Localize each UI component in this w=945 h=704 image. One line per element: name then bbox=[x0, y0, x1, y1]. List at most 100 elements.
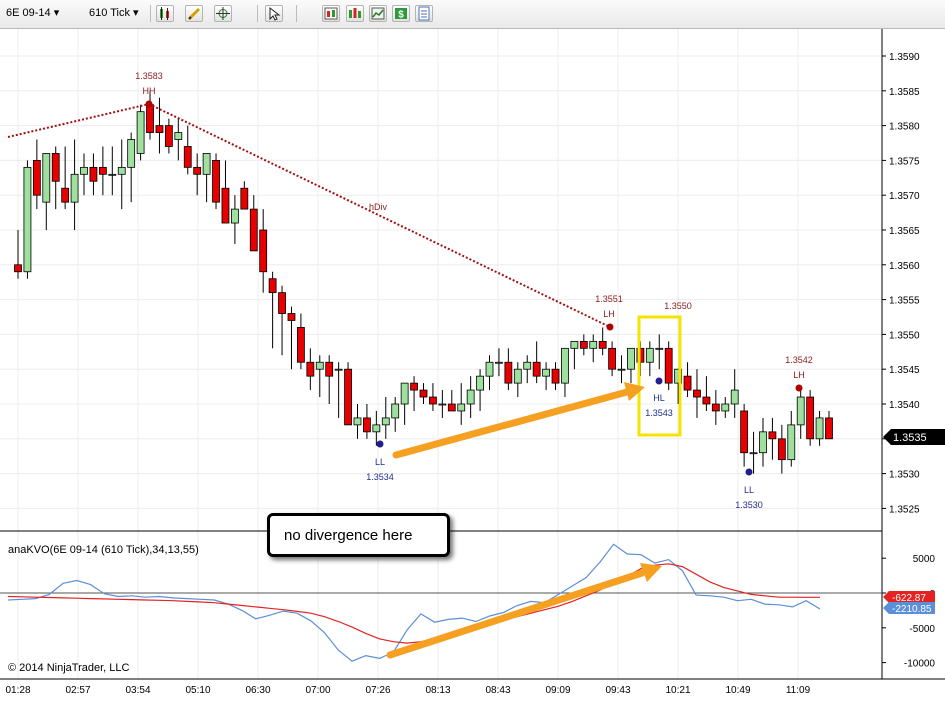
price-tick-label: 1.3540 bbox=[889, 400, 920, 411]
ll-value: 1.3534 bbox=[366, 472, 394, 482]
time-axis: 01:28 02:57 03:54 05:10 06:30 07:00 07:26 08:13… bbox=[5, 685, 810, 696]
candle-body-up bbox=[730, 389, 739, 405]
candle-body-up bbox=[645, 347, 654, 363]
candle-body-down bbox=[212, 159, 220, 203]
candle bbox=[806, 390, 815, 446]
candle bbox=[523, 355, 532, 384]
candle-body-up bbox=[391, 403, 400, 419]
time-tick-label: 10:49 bbox=[725, 685, 750, 696]
chart-canvas[interactable]: 1.3590 1.3585 1.3580 1.3575 1.3570 1.3565 1.35… bbox=[0, 0, 945, 704]
candle bbox=[221, 160, 230, 224]
candle-body-up bbox=[230, 208, 239, 224]
candle bbox=[108, 146, 117, 196]
lh-tag: LH bbox=[603, 309, 615, 319]
candle bbox=[136, 104, 145, 161]
candle-body-down bbox=[598, 340, 607, 349]
candle bbox=[146, 90, 154, 140]
candle-body-up bbox=[334, 368, 343, 371]
candle-body-up bbox=[466, 389, 475, 405]
candle-body-down bbox=[683, 375, 692, 391]
candle-body-up bbox=[381, 417, 390, 426]
price-tick-label: 1.3555 bbox=[889, 296, 920, 307]
time-tick-label: 07:26 bbox=[365, 685, 390, 696]
candle bbox=[117, 139, 126, 210]
candle-body-down bbox=[806, 396, 815, 440]
candle-body-down bbox=[777, 438, 786, 461]
time-tick-label: 08:13 bbox=[425, 685, 450, 696]
candle-body-up bbox=[353, 417, 362, 426]
candle-body-up bbox=[108, 173, 117, 176]
divergence-label: hDiv bbox=[369, 202, 388, 212]
lh2-value: 1.3550 bbox=[664, 301, 692, 311]
candle-body-down bbox=[98, 166, 107, 175]
candle bbox=[825, 410, 833, 440]
candle-body-up bbox=[721, 403, 730, 412]
hl-marker bbox=[655, 377, 663, 385]
candle bbox=[249, 195, 258, 252]
candle bbox=[315, 355, 324, 398]
candle-body-up bbox=[627, 347, 635, 370]
candle-body-down bbox=[325, 361, 334, 377]
candle-body-down bbox=[287, 313, 296, 321]
time-tick-label: 08:43 bbox=[485, 685, 510, 696]
candle bbox=[438, 390, 447, 418]
candle bbox=[495, 348, 503, 377]
candle-body-down bbox=[240, 187, 249, 210]
candle-body-up bbox=[815, 417, 824, 440]
kvo-panel: anaKVO(6E 09-14 (610 Tick),34,13,55) © 2… bbox=[0, 543, 882, 674]
candle-body-up bbox=[796, 396, 805, 426]
price-tick-label: 1.3585 bbox=[889, 87, 920, 98]
candle-body-down bbox=[183, 146, 192, 168]
candle-body-down bbox=[608, 347, 617, 370]
candle bbox=[598, 327, 607, 356]
candle bbox=[702, 376, 711, 411]
price-tick-label: 1.3575 bbox=[889, 156, 920, 167]
candle bbox=[89, 153, 98, 196]
candle-body-up bbox=[787, 424, 796, 461]
candle-body-up bbox=[315, 361, 324, 370]
price-tick-label: 1.3550 bbox=[889, 330, 920, 341]
price-tick-label: 1.3565 bbox=[889, 226, 920, 237]
candle-body-down bbox=[532, 361, 541, 377]
candle-body-up bbox=[117, 166, 126, 175]
candle bbox=[42, 153, 51, 230]
price-axis: 1.3590 1.3585 1.3580 1.3575 1.3570 1.3565 1.35… bbox=[882, 52, 920, 515]
candle-body-down bbox=[429, 396, 437, 405]
candle bbox=[532, 341, 541, 384]
candle-body-up bbox=[476, 375, 484, 391]
candle-body-up bbox=[457, 403, 466, 412]
candle bbox=[579, 334, 588, 356]
divergence-line bbox=[148, 103, 611, 328]
indicator-tick-label: 5000 bbox=[913, 554, 936, 565]
lh-value: 1.3551 bbox=[595, 294, 623, 304]
candle bbox=[693, 369, 701, 418]
candle-body-up bbox=[23, 166, 32, 273]
candle-body-up bbox=[542, 368, 550, 377]
candle bbox=[617, 355, 626, 384]
price-tick-label: 1.3545 bbox=[889, 365, 920, 376]
candle bbox=[429, 383, 437, 411]
candlestick-series bbox=[14, 90, 833, 474]
candle bbox=[353, 404, 362, 439]
candle-body-down bbox=[740, 410, 749, 454]
candle-body-up bbox=[372, 424, 381, 433]
candle-body-down bbox=[768, 431, 777, 440]
candle bbox=[410, 376, 418, 411]
candle-body-up bbox=[70, 173, 79, 203]
ll-tag: LL bbox=[375, 457, 385, 467]
candle-body-down bbox=[825, 417, 833, 440]
candle-body-down bbox=[164, 125, 173, 147]
candle-body-down bbox=[419, 389, 428, 398]
candle-body-up bbox=[400, 382, 409, 405]
candle-body-down bbox=[146, 104, 154, 133]
candle-body-up bbox=[570, 340, 579, 349]
candle bbox=[721, 397, 730, 418]
candle bbox=[759, 417, 767, 467]
candle bbox=[608, 341, 617, 377]
price-tick-label: 1.3590 bbox=[889, 52, 920, 63]
candle bbox=[466, 376, 475, 418]
candle bbox=[815, 410, 824, 446]
time-tick-label: 01:28 bbox=[5, 685, 30, 696]
candle bbox=[447, 390, 456, 412]
candle-body-down bbox=[268, 278, 277, 294]
